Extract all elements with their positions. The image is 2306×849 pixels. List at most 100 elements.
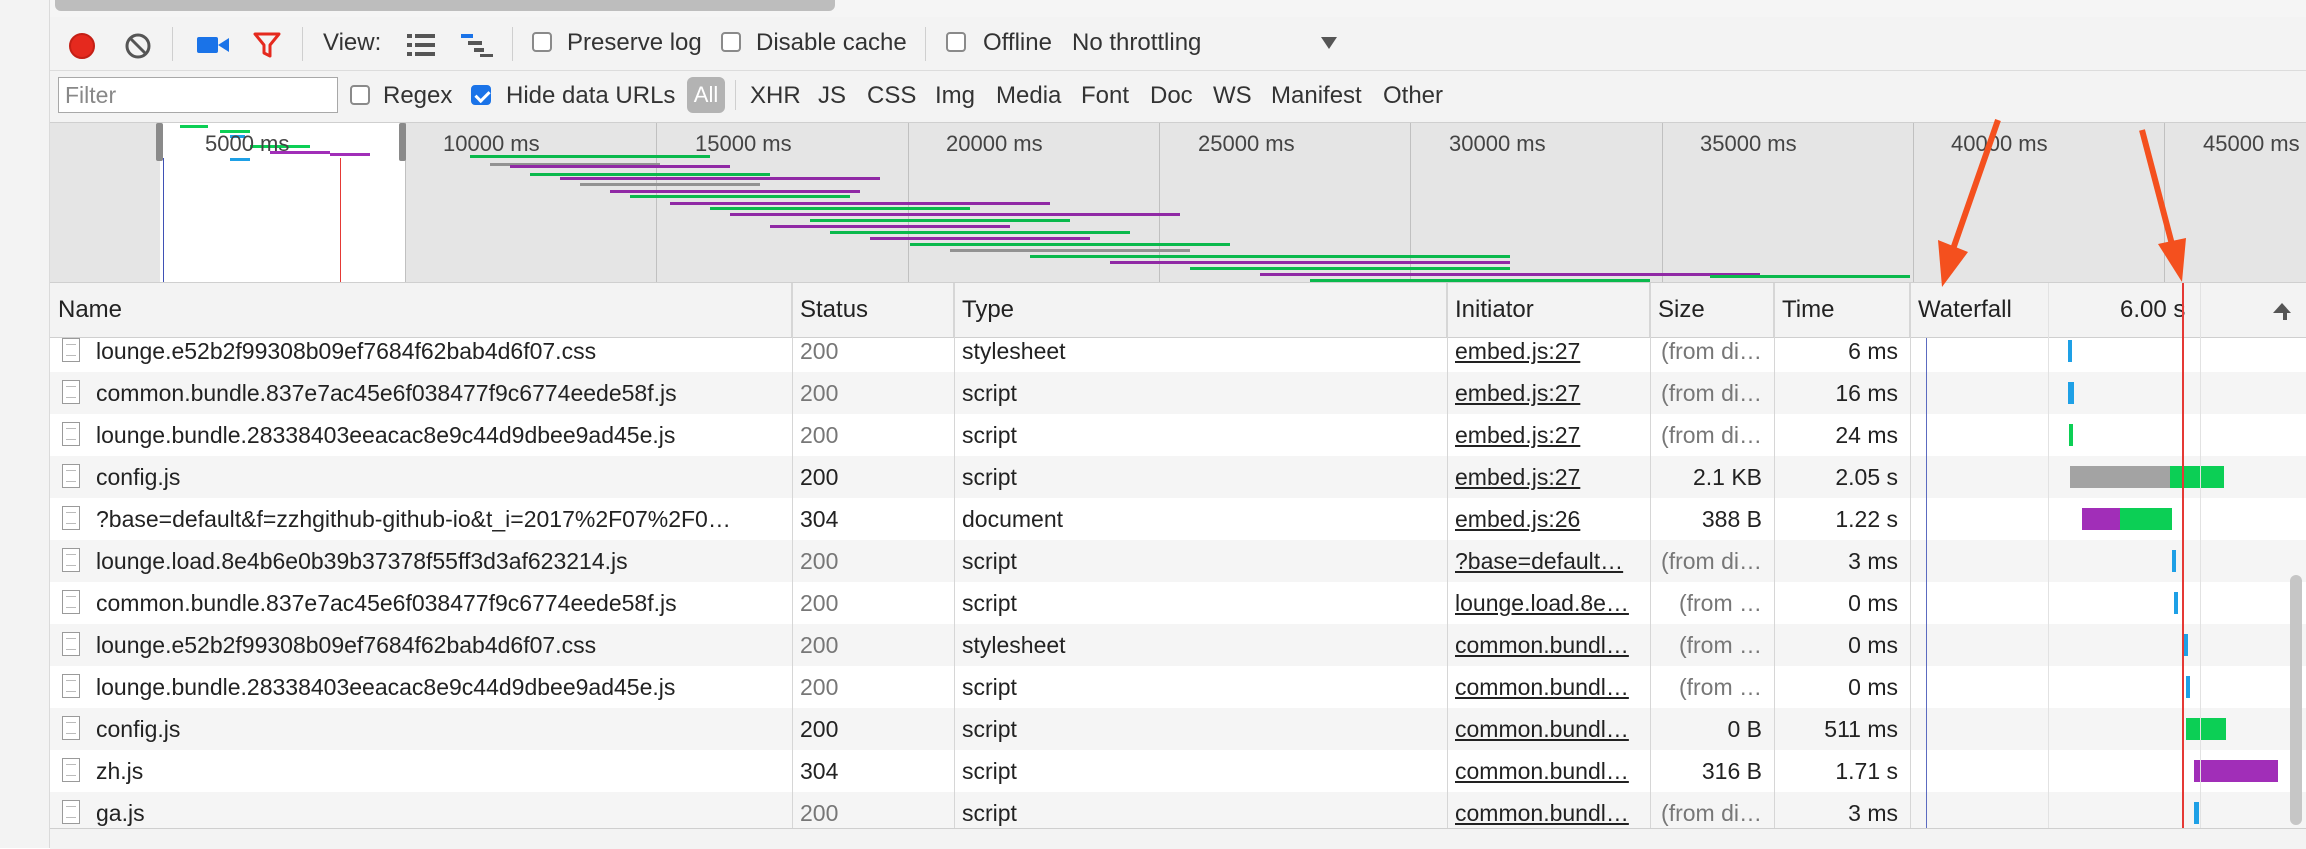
request-name[interactable]: lounge.e52b2f99308b09ef7684f62bab4d6f07.… [88, 624, 792, 666]
file-icon [62, 422, 80, 446]
request-name[interactable]: common.bundle.837e7ac45e6f038477f9c6774e… [88, 372, 792, 414]
request-initiator-link[interactable]: embed.js:26 [1447, 498, 1650, 540]
request-type: script [962, 716, 1017, 742]
preserve-log-checkbox[interactable] [532, 32, 552, 52]
waterfall-bar[interactable] [2194, 760, 2278, 782]
type-filter-css[interactable]: CSS [867, 82, 916, 110]
column-header-status[interactable]: Status [792, 283, 954, 337]
type-filter-ws[interactable]: WS [1213, 82, 1252, 110]
overview-left-handle[interactable] [156, 123, 163, 161]
type-filter-doc[interactable]: Doc [1150, 82, 1193, 110]
waterfall-bar[interactable] [2186, 676, 2190, 698]
request-type: script [962, 548, 1017, 574]
clear-icon[interactable] [122, 30, 154, 62]
type-filter-all[interactable]: All [687, 77, 725, 113]
request-name[interactable]: lounge.load.8e4b6e0b39b37378f55ff3d3af62… [88, 540, 792, 582]
request-name[interactable]: zh.js [88, 750, 792, 792]
dropdown-arrow-icon[interactable] [1320, 36, 1338, 50]
column-header-initiator[interactable]: Initiator [1447, 283, 1650, 337]
list-view-icon[interactable] [406, 32, 436, 58]
request-size: (from … [1678, 590, 1762, 616]
request-initiator-link[interactable]: embed.js:27 [1447, 372, 1650, 414]
table-row[interactable]: lounge.e52b2f99308b09ef7684f62bab4d6f07.… [50, 338, 2306, 372]
waterfall-view-icon[interactable] [460, 32, 494, 58]
table-row[interactable]: config.js 200 script embed.js:27 2.1 KB 2.05 … [50, 456, 2306, 498]
request-name[interactable]: ?base=default&f=zzhgithub-github-io&t_i=… [88, 498, 792, 540]
request-initiator-link[interactable]: embed.js:27 [1447, 456, 1650, 498]
overview-right-handle[interactable] [399, 123, 406, 161]
regex-checkbox[interactable] [350, 85, 370, 105]
camera-icon[interactable] [196, 32, 230, 58]
request-initiator-link[interactable]: common.bundl… [1447, 666, 1650, 708]
table-row[interactable]: config.js 200 script common.bundl… 0 B 511 ms [50, 708, 2306, 750]
request-name[interactable]: config.js [88, 456, 792, 498]
table-row[interactable]: ga.js 200 script common.bundl… (from di… 3 ms [50, 792, 2306, 828]
request-name[interactable]: lounge.bundle.28338403eeacac8e9c44d9dbee… [88, 414, 792, 456]
request-initiator-link[interactable]: ?base=default… [1447, 540, 1650, 582]
horizontal-scrollbar-thumb[interactable] [55, 0, 835, 11]
waterfall-bar[interactable] [2120, 508, 2172, 530]
column-header-name[interactable]: Name [50, 283, 792, 337]
request-time: 0 ms [1848, 632, 1898, 658]
filter-input[interactable] [58, 77, 338, 113]
request-name[interactable]: common.bundle.837e7ac45e6f038477f9c6774e… [88, 582, 792, 624]
request-size: (from di… [1661, 548, 1762, 574]
table-row[interactable]: lounge.e52b2f99308b09ef7684f62bab4d6f07.… [50, 624, 2306, 666]
hide-data-urls-checkbox[interactable] [471, 85, 491, 105]
sort-icon[interactable] [2270, 301, 2294, 321]
view-label: View: [323, 29, 382, 56]
column-header-time[interactable]: Time [1774, 283, 1910, 337]
type-filter-img[interactable]: Img [935, 82, 975, 110]
column-header-size[interactable]: Size [1650, 283, 1774, 337]
request-status: 200 [800, 464, 839, 490]
request-initiator-link[interactable]: common.bundl… [1447, 708, 1650, 750]
request-initiator-link[interactable]: embed.js:27 [1447, 414, 1650, 456]
request-name[interactable]: config.js [88, 708, 792, 750]
table-row[interactable]: ?base=default&f=zzhgithub-github-io&t_i=… [50, 498, 2306, 540]
throttling-select[interactable]: No throttling [1072, 29, 1342, 57]
table-row[interactable]: zh.js 304 script common.bundl… 316 B 1.71 s [50, 750, 2306, 792]
type-filter-font[interactable]: Font [1081, 82, 1129, 110]
offline-checkbox[interactable] [946, 32, 966, 52]
waterfall-bar[interactable] [2172, 550, 2176, 572]
waterfall-bar[interactable] [2069, 424, 2073, 446]
waterfall-bar[interactable] [2082, 508, 2120, 530]
table-row[interactable]: lounge.bundle.28338403eeacac8e9c44d9dbee… [50, 414, 2306, 456]
request-time: 511 ms [1824, 716, 1898, 742]
vertical-scrollbar-thumb[interactable] [2290, 575, 2302, 825]
status-bar [50, 828, 2306, 849]
waterfall-bar[interactable] [2184, 634, 2188, 656]
waterfall-bar[interactable] [2174, 592, 2178, 614]
table-row[interactable]: common.bundle.837e7ac45e6f038477f9c6774e… [50, 372, 2306, 414]
request-initiator-link[interactable]: common.bundl… [1447, 792, 1650, 828]
record-icon[interactable] [64, 28, 100, 64]
column-header-type[interactable]: Type [954, 283, 1447, 337]
table-row[interactable]: lounge.bundle.28338403eeacac8e9c44d9dbee… [50, 666, 2306, 708]
request-name[interactable]: ga.js [88, 792, 792, 828]
disable-cache-checkbox[interactable] [721, 32, 741, 52]
table-row[interactable]: lounge.load.8e4b6e0b39b37378f55ff3d3af62… [50, 540, 2306, 582]
filter-icon[interactable] [252, 30, 282, 60]
request-status: 200 [800, 548, 839, 574]
waterfall-bar[interactable] [2068, 340, 2072, 362]
type-filter-manifest[interactable]: Manifest [1271, 82, 1362, 110]
waterfall-bar[interactable] [2194, 802, 2199, 824]
request-name[interactable]: lounge.bundle.28338403eeacac8e9c44d9dbee… [88, 666, 792, 708]
waterfall-bar[interactable] [2070, 466, 2170, 488]
toolbar-separator [172, 27, 173, 61]
request-name[interactable]: lounge.e52b2f99308b09ef7684f62bab4d6f07.… [88, 338, 792, 372]
request-initiator-link[interactable]: common.bundl… [1447, 750, 1650, 792]
waterfall-bar[interactable] [2170, 466, 2224, 488]
request-initiator-link[interactable]: lounge.load.8e… [1447, 582, 1650, 624]
type-filter-xhr[interactable]: XHR [750, 82, 801, 110]
type-filter-media[interactable]: Media [996, 82, 1061, 110]
request-initiator-link[interactable]: embed.js:27 [1447, 338, 1650, 372]
type-filter-other[interactable]: Other [1383, 82, 1443, 110]
file-icon [62, 506, 80, 530]
waterfall-bar[interactable] [2186, 718, 2226, 740]
type-filter-js[interactable]: JS [818, 82, 846, 110]
table-row[interactable]: common.bundle.837e7ac45e6f038477f9c6774e… [50, 582, 2306, 624]
waterfall-bar[interactable] [2068, 382, 2074, 404]
request-initiator-link[interactable]: common.bundl… [1447, 624, 1650, 666]
request-type: script [962, 674, 1017, 700]
